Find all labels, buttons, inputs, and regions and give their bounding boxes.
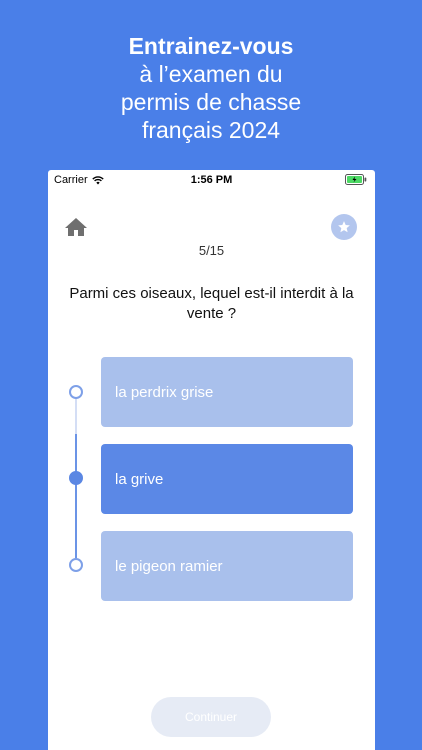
question-text: Parmi ces oiseaux, lequel est-il interdi…: [69, 285, 354, 322]
option-radio-1[interactable]: [69, 385, 83, 399]
continue-button[interactable]: Continuer: [151, 697, 271, 737]
answer-option-label: la grive: [115, 470, 164, 488]
home-icon: [65, 218, 87, 236]
home-button[interactable]: [64, 216, 88, 238]
option-radio-3[interactable]: [69, 558, 83, 572]
headline-line-1: Entrainez-vous: [128, 33, 294, 59]
timeline-segment-bottom: [75, 434, 77, 559]
answer-option-2[interactable]: la grive: [101, 444, 353, 514]
answer-option-3[interactable]: le pigeon ramier: [101, 531, 353, 601]
option-radio-2[interactable]: [69, 471, 83, 485]
star-icon: [338, 221, 350, 233]
headline-line-3: permis de chasse: [120, 89, 302, 115]
status-time: 1:56 PM: [190, 174, 233, 186]
answer-option-1[interactable]: la perdrix grise: [101, 357, 353, 427]
timeline-segment-top: [75, 394, 77, 434]
battery-icon: [345, 174, 367, 188]
question-counter: 5/15: [198, 243, 225, 258]
status-bar: Carrier 1:56 PM: [48, 170, 375, 190]
answer-option-label: la perdrix grise: [115, 383, 214, 401]
favorite-button[interactable]: [331, 214, 357, 240]
phone-screen: Carrier 1:56 PM 5/15 Parmi ces oiseaux, …: [48, 170, 375, 750]
headline-line-2: à l’examen du: [139, 61, 283, 87]
answer-option-label: le pigeon ramier: [115, 557, 223, 575]
promo-headline: Entrainez-vous à l’examen du permis de c…: [0, 32, 422, 144]
headline-line-4: français 2024: [141, 117, 281, 143]
